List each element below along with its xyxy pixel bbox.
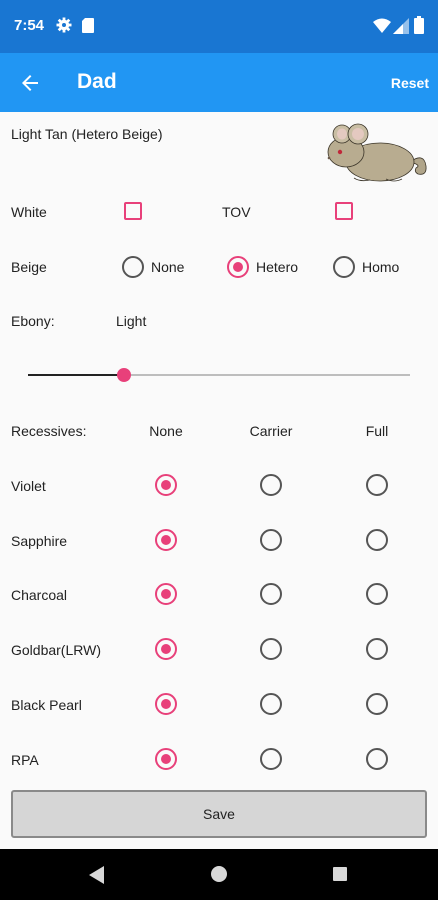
white-label: White [11, 204, 47, 220]
beige-label: Beige [11, 259, 47, 275]
column-header-carrier: Carrier [249, 423, 293, 439]
ebony-label: Ebony: [11, 313, 55, 329]
goldbar-none-radio[interactable] [155, 638, 177, 660]
violet-none-radio[interactable] [155, 474, 177, 496]
black-pearl-full-radio[interactable] [366, 693, 388, 715]
app-bar: Dad Reset [0, 53, 438, 112]
nav-back-icon[interactable] [88, 865, 106, 885]
recessive-name: Charcoal [11, 587, 68, 603]
status-time: 7:54 [14, 17, 45, 34]
charcoal-none-radio[interactable] [155, 583, 177, 605]
back-arrow-icon[interactable] [18, 71, 42, 95]
status-bar: 7:54 [0, 0, 438, 53]
tov-checkbox[interactable] [335, 202, 353, 220]
recessive-name: Sapphire [11, 533, 68, 549]
nav-recents-icon[interactable] [333, 867, 347, 881]
goldbar-full-radio[interactable] [366, 638, 388, 660]
navigation-bar [0, 849, 438, 900]
sd-card-icon [82, 18, 94, 33]
settings-gear-icon [56, 17, 72, 33]
wifi-icon [373, 18, 391, 33]
beige-homo-radio[interactable] [333, 256, 355, 278]
chinchilla-image [327, 123, 427, 182]
ebony-slider[interactable] [28, 368, 410, 382]
battery-icon [414, 16, 424, 34]
tov-label: TOV [222, 204, 251, 220]
beige-none-label: None [151, 259, 185, 275]
sapphire-none-radio[interactable] [155, 529, 177, 551]
beige-hetero-radio[interactable] [227, 256, 249, 278]
column-header-full: Full [365, 423, 389, 439]
black-pearl-none-radio[interactable] [155, 693, 177, 715]
violet-full-radio[interactable] [366, 474, 388, 496]
beige-hetero-label: Hetero [256, 259, 299, 275]
column-header-none: None [149, 423, 183, 439]
sapphire-full-radio[interactable] [366, 529, 388, 551]
recessive-name: Black Pearl [11, 697, 82, 713]
beige-homo-label: Homo [362, 259, 400, 275]
violet-carrier-radio[interactable] [260, 474, 282, 496]
black-pearl-carrier-radio[interactable] [260, 693, 282, 715]
color-name-label: Light Tan (Hetero Beige) [11, 126, 163, 142]
rpa-full-radio[interactable] [366, 748, 388, 770]
signal-icon [393, 18, 409, 34]
recessive-name: Goldbar(LRW) [11, 642, 101, 658]
nav-home-icon[interactable] [211, 866, 227, 882]
goldbar-carrier-radio[interactable] [260, 638, 282, 660]
recessive-name: RPA [11, 752, 39, 768]
charcoal-carrier-radio[interactable] [260, 583, 282, 605]
white-checkbox[interactable] [124, 202, 142, 220]
save-button[interactable]: Save [11, 790, 427, 838]
rpa-carrier-radio[interactable] [260, 748, 282, 770]
ebony-slider-fill [28, 374, 124, 376]
charcoal-full-radio[interactable] [366, 583, 388, 605]
sapphire-carrier-radio[interactable] [260, 529, 282, 551]
reset-button[interactable]: Reset [391, 75, 429, 91]
ebony-slider-thumb[interactable] [117, 368, 131, 382]
recessive-name: Violet [11, 478, 46, 494]
page-title: Dad [77, 70, 117, 93]
recessives-label: Recessives: [11, 423, 87, 439]
rpa-none-radio[interactable] [155, 748, 177, 770]
ebony-value-label: Light [116, 313, 147, 329]
beige-none-radio[interactable] [122, 256, 144, 278]
